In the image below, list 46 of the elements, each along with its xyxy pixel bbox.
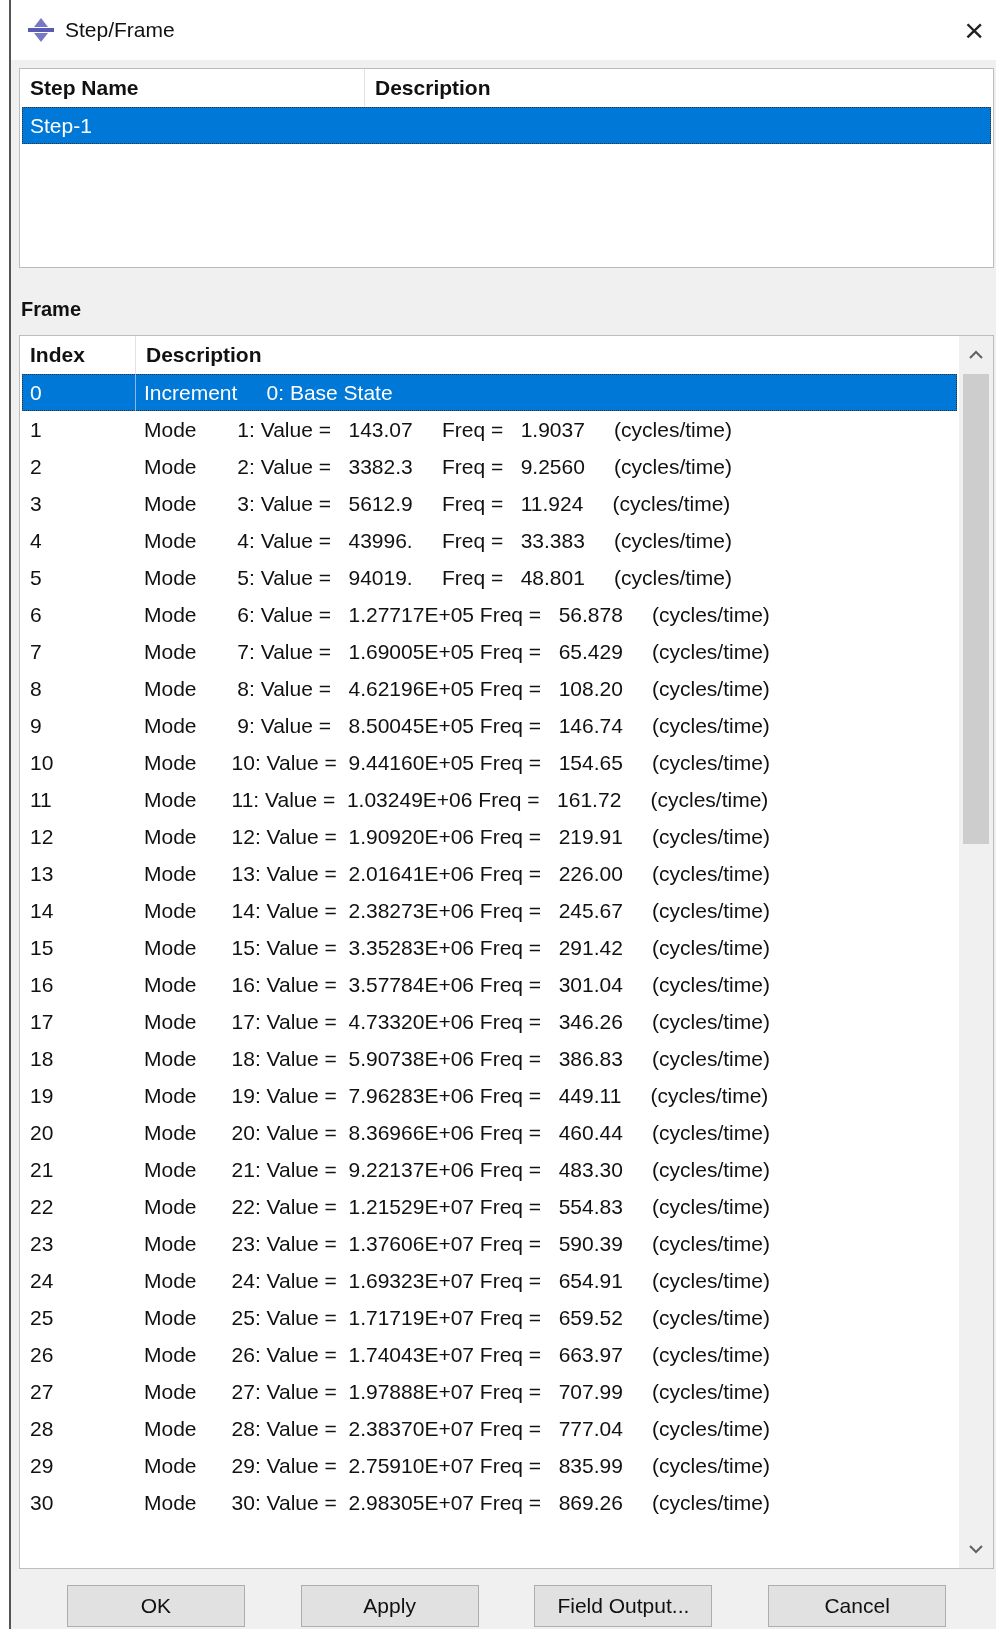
frame-row[interactable]: 23 Mode 23: Value = 1.37606E+07 Freq = 590.39 (cycles/time): [22, 1225, 957, 1262]
frame-row[interactable]: 26 Mode 26: Value = 1.74043E+07 Freq = 663.97 (cycles/time): [22, 1336, 957, 1373]
frame-row[interactable]: 22 Mode 22: Value = 1.21529E+07 Freq = 554.83 (cycles/time): [22, 1188, 957, 1225]
frame-row[interactable]: 28 Mode 28: Value = 2.38370E+07 Freq = 777.04 (cycles/time): [22, 1410, 957, 1447]
scroll-thumb[interactable]: [963, 374, 989, 844]
dialog-button[interactable]: Cancel: [768, 1585, 947, 1627]
frame-row[interactable]: 17 Mode 17: Value = 4.73320E+06 Freq = 346.26 (cycles/time): [22, 1003, 957, 1040]
frame-row[interactable]: 7 Mode 7: Value = 1.69005E+05 Freq = 65.429 (cycles/time): [22, 633, 957, 670]
frame-row[interactable]: 29 Mode 29: Value = 2.75910E+07 Freq = 835.99 (cycles/time): [22, 1447, 957, 1484]
frame-row[interactable]: 2 Mode 2: Value = 3382.3 Freq = 9.2560 (cycles/time): [22, 448, 957, 485]
frame-row[interactable]: 0 Increment 0: Base State: [22, 374, 957, 411]
frame-row[interactable]: 15 Mode 15: Value = 3.35283E+06 Freq = 291.42 (cycles/time): [22, 929, 957, 966]
frame-row[interactable]: 25 Mode 25: Value = 1.71719E+07 Freq = 659.52 (cycles/time): [22, 1299, 957, 1336]
frame-row[interactable]: 24 Mode 24: Value = 1.69323E+07 Freq = 654.91 (cycles/time): [22, 1262, 957, 1299]
frame-row[interactable]: 3 Mode 3: Value = 5612.9 Freq = 11.924 (cycles/time): [22, 485, 957, 522]
step-row[interactable]: Step-1: [22, 107, 991, 144]
frame-row[interactable]: 12 Mode 12: Value = 1.90920E+06 Freq = 219.91 (cycles/time): [22, 818, 957, 855]
frame-row[interactable]: 4 Mode 4: Value = 43996. Freq = 33.383 (cycles/time): [22, 522, 957, 559]
frame-row[interactable]: 13 Mode 13: Value = 2.01641E+06 Freq = 226.00 (cycles/time): [22, 855, 957, 892]
frame-row[interactable]: 1 Mode 1: Value = 143.07 Freq = 1.9037 (cycles/time): [22, 411, 957, 448]
frame-row[interactable]: 21 Mode 21: Value = 9.22137E+06 Freq = 483.30 (cycles/time): [22, 1151, 957, 1188]
close-button[interactable]: ×: [964, 13, 984, 47]
dialog-button[interactable]: Apply: [300, 1585, 479, 1627]
frame-row[interactable]: 6 Mode 6: Value = 1.27717E+05 Freq = 56.878 (cycles/time): [22, 596, 957, 633]
frame-row[interactable]: 18 Mode 18: Value = 5.90738E+06 Freq = 386.83 (cycles/time): [22, 1040, 957, 1077]
scrollbar[interactable]: [959, 336, 993, 1568]
column-header[interactable]: Description: [136, 336, 262, 374]
scroll-up-icon[interactable]: [969, 350, 983, 360]
dialog-button[interactable]: Field Output...: [534, 1585, 713, 1627]
frame-row[interactable]: 16 Mode 16: Value = 3.57784E+06 Freq = 301.04 (cycles/time): [22, 966, 957, 1003]
app-icon: [27, 17, 55, 43]
scroll-down-icon[interactable]: [969, 1544, 983, 1554]
frame-row[interactable]: 27 Mode 27: Value = 1.97888E+07 Freq = 707.99 (cycles/time): [22, 1373, 957, 1410]
column-header[interactable]: Description: [365, 69, 491, 107]
frame-row[interactable]: 5 Mode 5: Value = 94019. Freq = 48.801 (cycles/time): [22, 559, 957, 596]
frame-row[interactable]: 11 Mode 11: Value = 1.03249E+06 Freq = 161.72 (cycles/time): [22, 781, 957, 818]
dialog-button[interactable]: OK: [66, 1585, 245, 1627]
window-title: Step/Frame: [65, 18, 176, 42]
frame-row[interactable]: 9 Mode 9: Value = 8.50045E+05 Freq = 146.74 (cycles/time): [22, 707, 957, 744]
frame-row[interactable]: 8 Mode 8: Value = 4.62196E+05 Freq = 108.20 (cycles/time): [22, 670, 957, 707]
frame-row[interactable]: 14 Mode 14: Value = 2.38273E+06 Freq = 245.67 (cycles/time): [22, 892, 957, 929]
frame-row[interactable]: 19 Mode 19: Value = 7.96283E+06 Freq = 449.11 (cycles/time): [22, 1077, 957, 1114]
frame-row[interactable]: 10 Mode 10: Value = 9.44160E+05 Freq = 154.65 (cycles/time): [22, 744, 957, 781]
frame-row[interactable]: 20 Mode 20: Value = 8.36966E+06 Freq = 460.44 (cycles/time): [22, 1114, 957, 1151]
section-label: Frame: [20, 298, 83, 321]
frame-row[interactable]: 30 Mode 30: Value = 2.98305E+07 Freq = 869.26 (cycles/time): [22, 1484, 957, 1521]
